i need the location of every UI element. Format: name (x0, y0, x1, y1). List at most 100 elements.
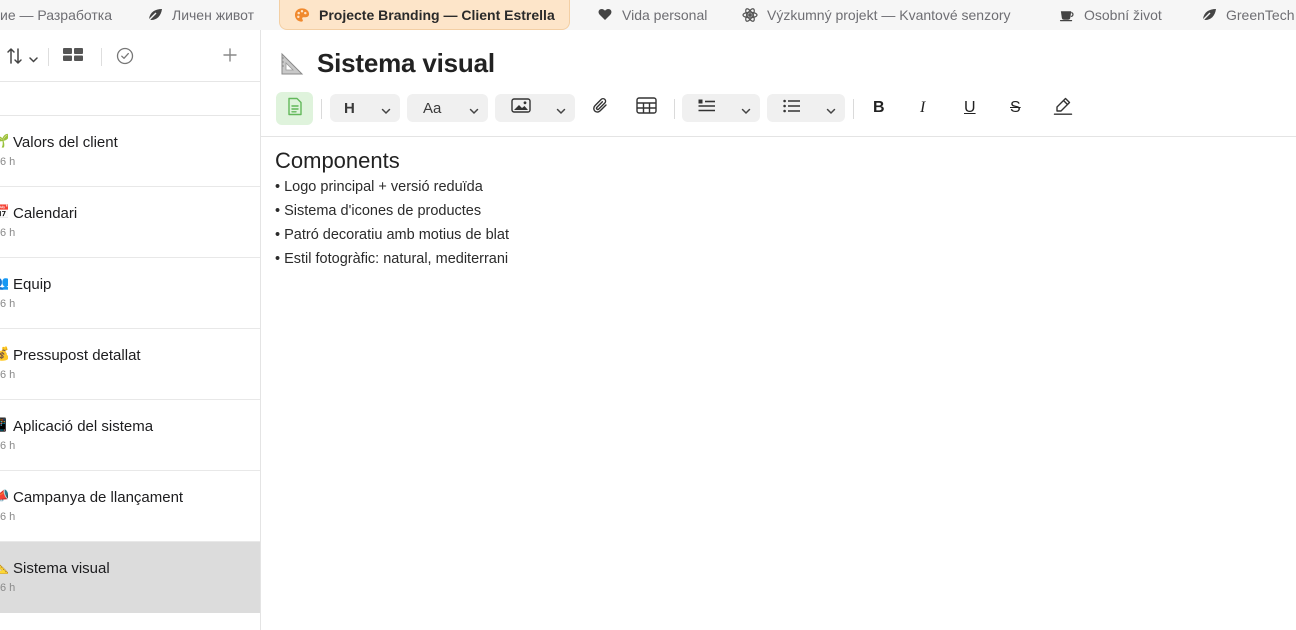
atom-icon (742, 7, 758, 23)
checklist-icon (698, 99, 716, 118)
chevron-down-icon (556, 102, 566, 120)
tab-label: Личен живот (172, 6, 255, 23)
list-item[interactable]: 📅 Calendari 6 h (0, 187, 260, 258)
note-title: Calendari (13, 205, 78, 222)
content-line: • Logo principal + versió reduïda (275, 179, 483, 195)
note-emoji: 🌱 (0, 133, 8, 149)
tab-label: GreenTech (1226, 6, 1295, 23)
content-line: • Estil fotogràfic: natural, mediterrani (275, 251, 509, 267)
note-title: Valors del client (13, 134, 118, 151)
note-emoji: 👥 (0, 275, 8, 291)
gallery-view-icon (62, 47, 84, 67)
leaf-icon (1201, 7, 1217, 23)
note-title: Equip (13, 276, 52, 293)
list-item[interactable]: 🌱 Valors del client 6 h (0, 116, 260, 187)
sidebar-toolbar (0, 30, 260, 82)
tab-lichen-zhivot[interactable]: Личен живот (147, 0, 254, 29)
heading-dropdown[interactable]: H (330, 94, 400, 122)
list-item[interactable]: 📣 Campanya de llançament 6 h (0, 471, 260, 542)
tab-development[interactable]: ие — Разработка (0, 0, 112, 29)
note-timestamp: 6 h (0, 298, 16, 310)
content-heading: Components (275, 148, 400, 173)
page-title[interactable]: Sistema visual (317, 48, 495, 79)
font-label: Aa (423, 99, 442, 117)
list-item[interactable]: 👥 Equip 6 h (0, 258, 260, 329)
checklist-dropdown[interactable] (682, 94, 760, 122)
note-timestamp: 6 h (0, 440, 16, 452)
strikethrough-button[interactable]: S (1010, 94, 1021, 122)
note-emoji: 💰 (0, 346, 8, 362)
underline-icon: U (964, 99, 976, 116)
bold-button[interactable]: B (873, 94, 885, 122)
list-item-selected[interactable]: 📐 Sistema visual 6 h (0, 542, 260, 613)
note-title: Sistema visual (13, 560, 110, 577)
tab-osobni-zivot[interactable]: Osobní život (1059, 0, 1162, 29)
list-item[interactable]: 📱 Aplicació del sistema 6 h (0, 400, 260, 471)
done-filter-button[interactable] (116, 47, 134, 70)
note-content[interactable]: Components • Logo principal + versió red… (275, 148, 509, 274)
chevron-down-icon (741, 102, 751, 120)
note-timestamp: 6 h (0, 511, 16, 523)
tab-label: Projecte Branding — Client Estrella (319, 6, 555, 23)
font-dropdown[interactable]: Aa (407, 94, 488, 122)
image-icon (511, 98, 531, 118)
list-item[interactable]: 💰 Pressupost detallat 6 h (0, 329, 260, 400)
sort-icon (6, 47, 26, 70)
sidebar-filter-row (0, 82, 260, 116)
tab-vyzkumny-projekt[interactable]: Výzkumný projekt — Kvantové senzory (742, 0, 1011, 29)
note-title: Pressupost detallat (13, 347, 141, 364)
table-button[interactable] (636, 94, 657, 122)
plus-icon (222, 47, 238, 68)
tab-projecte-branding[interactable]: Projecte Branding — Client Estrella (279, 0, 570, 30)
italic-icon: I (920, 99, 926, 116)
note-timestamp: 6 h (0, 227, 16, 239)
note-title: Aplicació del sistema (13, 418, 154, 435)
table-icon (636, 97, 657, 119)
content-line: • Patró decoratiu amb motius de blat (275, 227, 509, 243)
highlight-button[interactable] (1053, 94, 1073, 122)
document-mode-button[interactable] (276, 92, 313, 125)
note-list: 🌱 Valors del client 6 h 📅 Calendari 6 h … (0, 116, 260, 613)
image-dropdown[interactable] (495, 94, 575, 122)
list-dropdown[interactable] (767, 94, 845, 122)
strikethrough-icon: S (1010, 99, 1021, 116)
content-line: • Sistema d'icones de productes (275, 203, 482, 219)
note-emoji: 📅 (0, 204, 8, 220)
attachment-button[interactable] (591, 94, 611, 122)
leaf-icon (147, 7, 163, 23)
bold-icon: B (873, 99, 885, 116)
view-mode-button[interactable] (62, 47, 84, 67)
coffee-icon (1059, 7, 1075, 23)
underline-button[interactable]: U (964, 94, 976, 122)
document-header: Sistema visual (279, 48, 495, 79)
tab-label: ие — Разработка (0, 6, 113, 23)
bullet-list-icon (783, 99, 801, 118)
tab-label: Osobní život (1084, 6, 1162, 23)
paperclip-icon (591, 96, 611, 121)
chevron-down-icon (826, 102, 836, 120)
note-timestamp: 6 h (0, 582, 16, 594)
chevron-down-icon (29, 50, 38, 68)
note-timestamp: 6 h (0, 156, 16, 168)
note-emoji: 📐 (0, 559, 8, 575)
note-emoji: 📱 (0, 417, 8, 433)
tab-vida-personal[interactable]: Vida personal (597, 0, 707, 29)
chevron-down-icon (469, 102, 479, 120)
document-icon (287, 97, 303, 121)
tab-greentech[interactable]: GreenTech (1201, 0, 1294, 29)
heading-label: H (344, 99, 355, 117)
notes-sidebar: 🌱 Valors del client 6 h 📅 Calendari 6 h … (0, 30, 261, 630)
add-note-button[interactable] (222, 47, 238, 68)
tab-label: Vida personal (622, 6, 708, 23)
formatting-toolbar: H Aa B I U S (261, 88, 1296, 137)
highlighter-icon (1053, 96, 1073, 121)
note-timestamp: 6 h (0, 369, 16, 381)
chevron-down-icon (381, 102, 391, 120)
checkmark-circle-icon (116, 47, 134, 70)
italic-button[interactable]: I (920, 94, 925, 122)
palette-icon (294, 7, 310, 23)
sort-button[interactable] (6, 47, 38, 70)
note-emoji: 📣 (0, 488, 8, 504)
heart-icon (597, 7, 613, 23)
note-title: Campanya de llançament (13, 489, 184, 506)
